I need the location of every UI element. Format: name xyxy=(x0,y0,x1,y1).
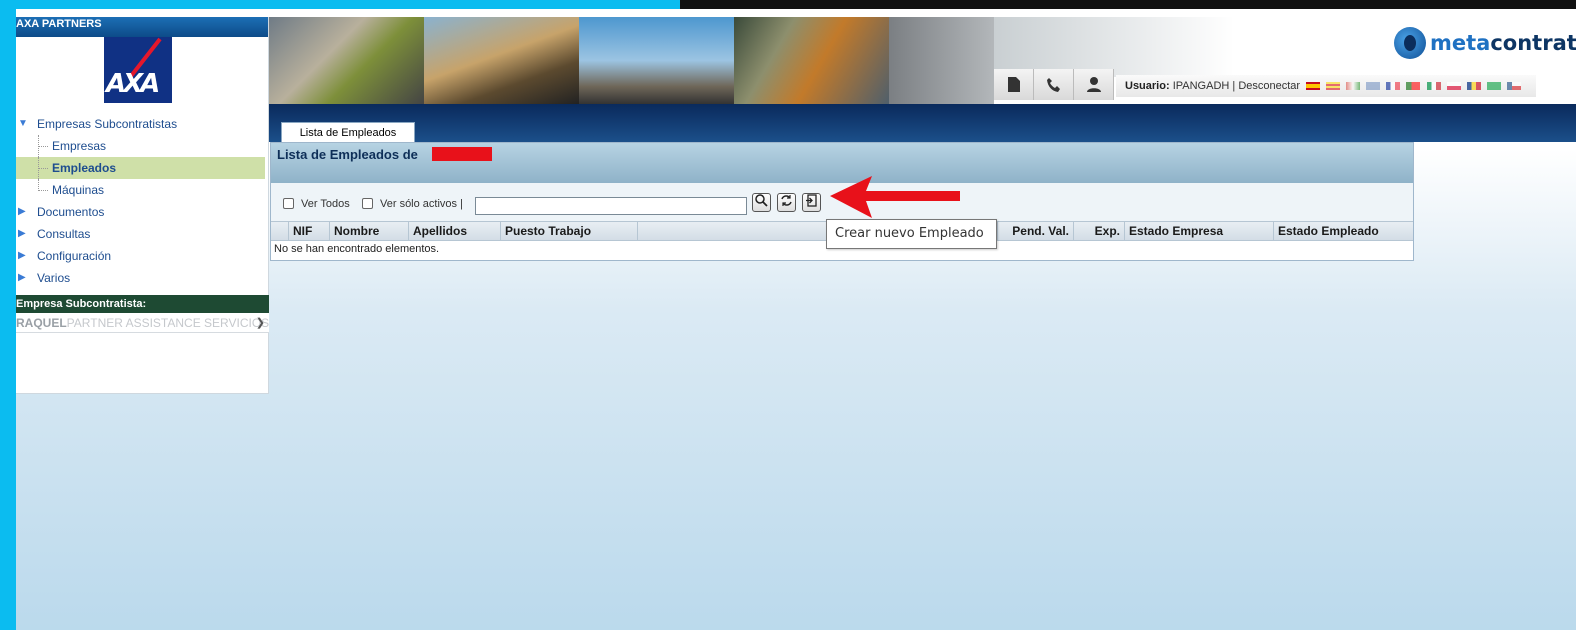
sidebar: AXA PARTNERS AXA ▼ Empresas Subcontratis… xyxy=(16,17,269,394)
empresa-select-value-b: PARTNER ASSISTANCE SERVICIOS xyxy=(66,316,269,330)
sidebar-item-documentos[interactable]: ▶ Documentos xyxy=(16,201,269,223)
flag-ro-icon[interactable] xyxy=(1466,82,1481,91)
sidebar-item-label: Varios xyxy=(37,271,71,285)
red-arrow-annotation xyxy=(830,176,960,218)
ver-activos-label: Ver sólo activos | xyxy=(380,198,463,210)
metacontratas-logo-text-b: contratas xyxy=(1490,31,1576,55)
sidebar-item-label: Máquinas xyxy=(52,183,105,197)
empresa-subcontratista-header: Empresa Subcontratista: xyxy=(16,295,269,313)
collapsed-triangle-icon[interactable]: ▶ xyxy=(18,267,26,289)
header-banner xyxy=(269,17,994,104)
sidebar-item-empleados[interactable]: Empleados xyxy=(16,157,265,179)
axa-logo: AXA xyxy=(104,37,172,103)
banner-photo-office xyxy=(994,17,1234,77)
tab-lista-empleados[interactable]: Lista de Empleados xyxy=(281,122,415,142)
column-header-exp[interactable]: Exp. xyxy=(1074,222,1125,240)
flag-eu-icon[interactable] xyxy=(1346,82,1361,91)
flag-pl-icon[interactable] xyxy=(1446,82,1461,91)
banner-photo-factory xyxy=(734,17,889,104)
phone-icon[interactable] xyxy=(1034,69,1074,100)
logout-link[interactable]: Desconectar xyxy=(1238,80,1300,92)
sidebar-item-consultas[interactable]: ▶ Consultas xyxy=(16,223,269,245)
empresa-select-value-a: RAQUEL xyxy=(16,316,67,330)
flag-pt-icon[interactable] xyxy=(1406,82,1421,91)
collapsed-triangle-icon[interactable]: ▶ xyxy=(18,223,26,245)
document-icon[interactable] xyxy=(994,69,1034,100)
column-header-estado-empleado[interactable]: Estado Empleado xyxy=(1274,222,1413,240)
column-header-nif[interactable]: NIF xyxy=(289,222,330,240)
column-header-nombre[interactable]: Nombre xyxy=(330,222,409,240)
ver-activos-checkbox[interactable] xyxy=(362,198,373,209)
collapsed-triangle-icon[interactable]: ▶ xyxy=(18,245,26,267)
browser-viewport: AXA PARTNERS AXA ▼ Empresas Subcontratis… xyxy=(16,9,1576,630)
sidebar-item-maquinas[interactable]: Máquinas xyxy=(16,179,269,201)
collapsed-triangle-icon[interactable]: ▶ xyxy=(18,201,26,223)
flag-gb-icon[interactable] xyxy=(1366,82,1381,91)
search-input[interactable] xyxy=(475,197,747,215)
flag-br-icon[interactable] xyxy=(1486,82,1501,91)
tree-connector xyxy=(38,190,48,191)
ver-todos-label: Ver Todos xyxy=(301,198,350,210)
flag-it-icon[interactable] xyxy=(1426,82,1441,91)
sidebar-item-label: Configuración xyxy=(37,249,112,263)
sidebar-item-label: Consultas xyxy=(37,227,91,241)
sidebar-item-configuracion[interactable]: ▶ Configuración xyxy=(16,245,269,267)
new-employee-icon[interactable] xyxy=(802,193,821,212)
user-info-strip: Usuario: IPANGADH | Desconectar xyxy=(1116,75,1536,97)
column-header-apellidos[interactable]: Apellidos xyxy=(409,222,501,240)
flag-es-icon[interactable] xyxy=(1306,82,1321,91)
banner-photo-dumptruck xyxy=(424,17,579,104)
column-header-estado-empresa[interactable]: Estado Empresa xyxy=(1125,222,1274,240)
sidebar-item-label: Empresas Subcontratistas xyxy=(37,117,178,131)
axa-logo-text: AXA xyxy=(106,69,160,99)
banner-photo-machinery xyxy=(889,17,994,104)
top-edge-bar xyxy=(680,0,1576,9)
flag-fr-icon[interactable] xyxy=(1386,82,1401,91)
sidebar-item-varios[interactable]: ▶ Varios xyxy=(16,267,269,289)
user-value: IPANGADH xyxy=(1172,80,1230,92)
column-header-puesto[interactable]: Puesto Trabajo xyxy=(501,222,638,240)
navy-header-strip xyxy=(269,104,1576,142)
tree-connector xyxy=(38,146,48,147)
expanded-triangle-icon[interactable]: ▼ xyxy=(18,113,28,135)
separator: | xyxy=(1232,80,1236,92)
sidebar-item-empresas[interactable]: Empresas xyxy=(16,135,269,157)
flag-cz-icon[interactable] xyxy=(1506,82,1521,91)
metacontratas-logo-icon xyxy=(1394,27,1426,59)
sidebar-item-label: Documentos xyxy=(37,205,105,219)
column-header-pend-val[interactable]: Pend. Val. xyxy=(998,222,1074,240)
search-icon[interactable] xyxy=(752,193,771,212)
ver-todos-checkbox[interactable] xyxy=(283,198,294,209)
partner-name: AXA PARTNERS xyxy=(16,18,102,30)
sidebar-item-empresas-subcontratistas[interactable]: ▼ Empresas Subcontratistas xyxy=(16,113,269,135)
header-toolbar xyxy=(994,69,1114,100)
user-icon[interactable] xyxy=(1074,69,1114,100)
tree-connector xyxy=(38,168,48,169)
grid-spacer-cell xyxy=(271,222,289,240)
sidebar-item-label: Empresas xyxy=(52,139,107,153)
flag-ca-icon[interactable] xyxy=(1326,82,1341,91)
empresa-select[interactable]: RAQUELPARTNER ASSISTANCE SERVICIOS ❯ xyxy=(16,313,269,333)
chevron-down-icon[interactable]: ❯ xyxy=(256,313,265,332)
refresh-icon[interactable] xyxy=(777,193,796,212)
sidebar-item-label: Empleados xyxy=(52,161,117,175)
metacontratas-logo: metacontratas xyxy=(1394,27,1576,59)
page-title: Lista de Empleados de xyxy=(277,147,418,162)
banner-photo-construction xyxy=(579,17,734,104)
tooltip: Crear nuevo Empleado xyxy=(826,219,997,249)
redacted-company-name xyxy=(432,147,492,161)
sidebar-tree: ▼ Empresas Subcontratistas Empresas Empl… xyxy=(16,113,269,289)
empty-grid-message: No se han encontrado elementos. xyxy=(274,243,440,255)
user-label: Usuario: xyxy=(1125,80,1170,92)
metacontratas-logo-text-a: meta xyxy=(1430,31,1491,55)
partner-brand-bar: AXA PARTNERS xyxy=(16,17,268,37)
banner-photo-engineers xyxy=(269,17,424,104)
